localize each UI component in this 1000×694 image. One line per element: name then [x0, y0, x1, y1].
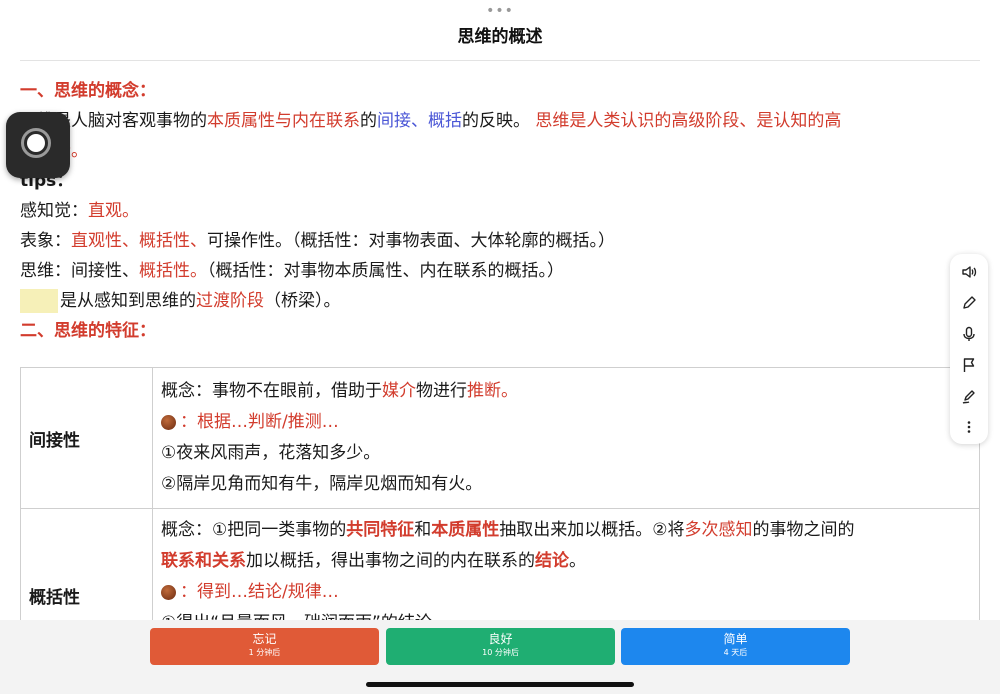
feature-text: 。 [569, 551, 586, 571]
section-heading-concept: 一、思维的概念： [20, 81, 156, 101]
microphone-icon[interactable] [950, 322, 988, 346]
definition-highlight-essence: 本质属性与内在联系 [207, 111, 360, 131]
feature-text: 概念：①把同一类事物的 [161, 520, 347, 540]
feature-concept: 概念：事物不在眼前，借助于媒介物进行推断。 [161, 376, 971, 407]
tips-term: 思维：间接性、 [20, 261, 139, 281]
more-icon[interactable] [950, 415, 988, 439]
forget-button-label: 忘记 [252, 632, 277, 646]
tips-thinking: 思维：间接性、概括性。（概括性：对事物本质属性、内在联系的概括。） [20, 256, 1000, 286]
feature-keyword-text: ：根据…判断/推测… [180, 412, 339, 432]
definition-text: 的反映。 [462, 111, 536, 131]
feature-text: 和 [414, 520, 432, 540]
speaker-icon[interactable] [950, 260, 988, 284]
good-button-label: 良好 [488, 632, 513, 646]
feature-concept-cont: 联系和关系加以概括，得出事物之间的内在联系的结论。 [161, 546, 971, 577]
tips-text: （概括性：对事物本质属性、内在联系的概括。） [207, 261, 564, 281]
window-more-dots[interactable]: ••• [0, 4, 1000, 18]
forget-button[interactable]: 忘记 1 分钟后 [150, 628, 379, 665]
table-row: 间接性 概念：事物不在眼前，借助于媒介物进行推断。 ：根据…判断/推测… ①夜来… [20, 367, 980, 509]
tips-perception: 感知觉：直观。 [20, 196, 1000, 226]
easy-button-label: 简单 [723, 632, 748, 646]
feature-name-indirect: 间接性 [20, 367, 153, 509]
feature-text: 物进行 [416, 381, 467, 401]
feature-example: ①夜来风雨声，花落知多少。 [161, 443, 381, 463]
feature-example: ②隔岸见角而知有牛，隔岸见烟而知有火。 [161, 474, 483, 494]
feature-highlight: 多次感知 [684, 520, 753, 540]
feature-highlight: 结论 [535, 551, 569, 571]
tips-highlight: 直观。 [88, 201, 139, 221]
tips-highlight: 直观性、概括性、 [71, 231, 207, 251]
feature-text: 抽取出来加以概括。②将 [499, 520, 685, 540]
assistive-touch-core-icon [27, 134, 45, 152]
highlighted-blank [20, 289, 58, 313]
feature-body-indirect: 概念：事物不在眼前，借助于媒介物进行推断。 ：根据…判断/推测… ①夜来风雨声，… [152, 367, 980, 509]
feature-highlight: 联系和关系 [161, 551, 246, 571]
good-button-interval: 10 分钟后 [482, 648, 519, 657]
feature-text: 加以概括，得出事物之间的内在联系的 [246, 551, 535, 571]
feature-highlight: 推断。 [467, 381, 518, 401]
tips-highlight: 概括性。 [139, 261, 207, 281]
feature-text: 的事物之间的 [752, 520, 855, 540]
tips-bridge: 是从感知到思维的过渡阶段（桥梁）。 [20, 286, 1000, 316]
tips-text: 是从感知到思维的 [60, 291, 196, 311]
good-button[interactable]: 良好 10 分钟后 [386, 628, 615, 665]
chestnut-icon [161, 414, 176, 430]
tips-term: 表象： [20, 231, 71, 251]
page-title: 思维的概述 [457, 27, 543, 47]
definition-line-1: 思维是人脑对客观事物的本质属性与内在联系的间接、概括的反映。 思维是人类认识的高… [20, 106, 1000, 136]
tips-term: 感知觉： [20, 201, 88, 221]
definition-text: 的 [360, 111, 377, 131]
tips-text: （桥梁）。 [264, 291, 341, 311]
tips-label: tips： [20, 171, 74, 191]
feature-highlight: 共同特征 [346, 520, 415, 540]
tips-representation: 表象：直观性、概括性、可操作性。（概括性：对事物表面、大体轮廓的概括。） [20, 226, 1000, 256]
feature-text: 概念：事物不在眼前，借助于 [161, 381, 382, 401]
definition-highlight-indirect: 间接、概括 [377, 111, 462, 131]
forget-button-interval: 1 分钟后 [248, 648, 281, 657]
title-divider [20, 60, 980, 61]
easy-button[interactable]: 简单 4 天后 [621, 628, 850, 665]
section-heading-features: 二、思维的特征： [20, 321, 156, 341]
pen-icon[interactable] [950, 384, 988, 408]
feature-highlight: 本质属性 [431, 520, 500, 540]
tips-highlight: 过渡阶段 [196, 291, 264, 311]
note-content: 一、思维的概念： 思维是人脑对客观事物的本质属性与内在联系的间接、概括的反映。 … [20, 76, 1000, 346]
feature-keyword-text: ：得到…结论/规律… [180, 582, 339, 602]
chestnut-icon [161, 584, 176, 600]
tips-text: 可操作性。（概括性：对事物表面、大体轮廓的概括。） [207, 231, 615, 251]
easy-button-interval: 4 天后 [723, 648, 748, 657]
feature-highlight: 媒介 [382, 381, 416, 401]
feature-keyword: ：根据…判断/推测… [161, 407, 971, 438]
feature-keyword: ：得到…结论/规律… [161, 577, 971, 608]
definition-highlight-stage: 思维是人类认识的高级阶段、是认知的高 [535, 111, 842, 131]
flag-icon[interactable] [950, 353, 988, 377]
definition-line-2: 级阶段。 [20, 136, 1000, 166]
assistive-touch-button[interactable] [6, 112, 70, 178]
feature-concept: 概念：①把同一类事物的共同特征和本质属性抽取出来加以概括。②将多次感知的事物之间… [161, 515, 971, 546]
pencil-icon[interactable] [950, 291, 988, 315]
side-toolbar [950, 254, 988, 444]
home-indicator[interactable] [366, 682, 634, 687]
